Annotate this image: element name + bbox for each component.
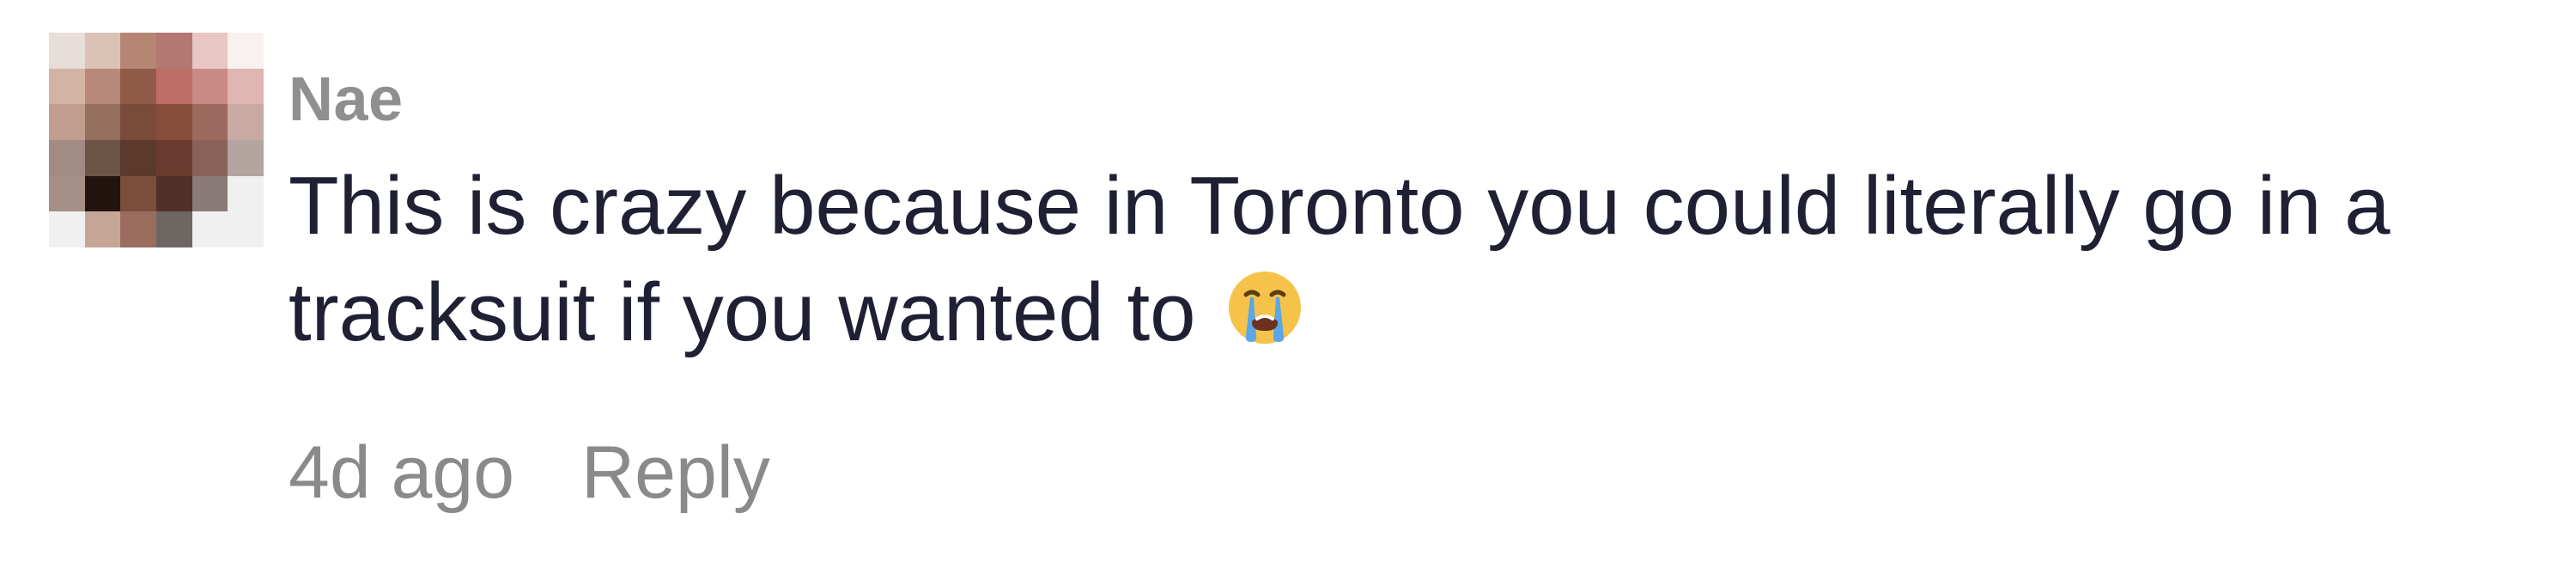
avatar-pixel [84,33,121,69]
avatar-pixel [191,211,228,247]
avatar-pixel [120,33,156,69]
avatar-pixel [49,33,85,69]
avatar-pixel [156,175,192,212]
avatar-pixel [84,104,121,140]
comment-timestamp: 4d ago [289,431,515,514]
avatar-pixel [228,33,264,69]
comment-card: Nae This is crazy because in Toronto you… [0,0,2576,568]
avatar-pixel [228,104,264,140]
avatar-pixel [228,140,264,176]
comment-author[interactable]: Nae [289,62,2521,137]
avatar-pixel [156,140,192,176]
avatar-pixel [120,140,156,176]
comment-meta: 4d ago Reply [289,430,770,516]
avatar-pixel [191,68,228,105]
avatar-pixel [120,104,156,140]
avatar-pixel [191,33,228,69]
avatar-pixel [120,211,156,247]
avatar-pixel [228,211,264,247]
avatar-pixel [49,104,85,140]
avatar-pixel [156,33,192,69]
avatar-pixel [191,175,228,212]
comment-text: This is crazy because in Toronto you cou… [289,160,2391,358]
avatar[interactable] [49,33,264,247]
crying-face-emoji-icon [1225,266,1304,345]
avatar-pixel [156,104,192,140]
avatar-pixel [120,68,156,105]
avatar-pixel [49,68,85,105]
comment-content: Nae This is crazy because in Toronto you… [289,62,2521,366]
avatar-pixel [156,68,192,105]
avatar-pixel [84,211,121,247]
avatar-pixel [228,175,264,212]
avatar-pixel [120,175,156,212]
avatar-pixel [156,211,192,247]
avatar-pixel [191,140,228,176]
reply-button[interactable]: Reply [581,430,770,516]
avatar-pixel [84,68,121,105]
comment-text-container: This is crazy because in Toronto you cou… [289,153,2521,366]
avatar-pixel [49,211,85,247]
avatar-pixel [49,175,85,212]
avatar-pixel [84,140,121,176]
avatar-pixel [49,140,85,176]
avatar-pixel [228,68,264,105]
avatar-pixel [84,175,121,212]
avatar-pixel [191,104,228,140]
